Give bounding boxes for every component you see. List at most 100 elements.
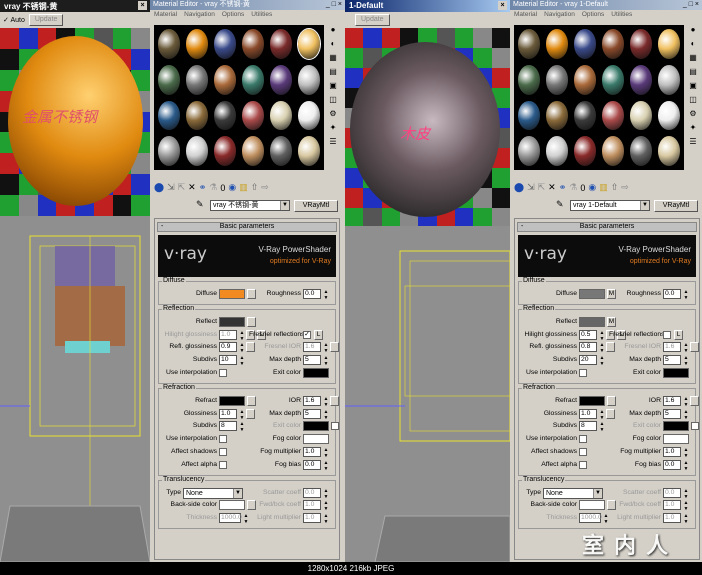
close-button[interactable]: × [138,1,147,10]
sample-slot[interactable] [242,64,264,95]
translucency-type-dropdown[interactable]: None ▼ [183,487,243,499]
select-by-material-icon[interactable]: ✦ [688,123,698,133]
dropdown-arrow-icon[interactable]: ▼ [233,488,242,498]
rollout-header[interactable]: Basic parameters - [517,222,697,232]
hilight-glossiness-spinner[interactable]: 1.0 [219,329,237,340]
menu-item-navigation[interactable]: Navigation [184,11,215,21]
sample-slot[interactable] [574,100,596,131]
spinner-arrows-icon[interactable]: ▲▼ [683,488,689,500]
spinner-arrows-icon[interactable]: ▲▼ [603,513,609,525]
spinner-arrows-icon[interactable]: ▲▼ [683,513,689,525]
sample-type-icon[interactable]: ● [688,25,698,35]
background-icon[interactable]: ▦ [328,53,338,63]
affect-alpha-checkbox[interactable] [219,460,227,469]
spinner-arrows-icon[interactable]: ▲▼ [683,460,689,472]
fwd-bck-coeff-spinner[interactable]: 1.0 [303,500,321,511]
max-depth-spinner[interactable]: 5 [663,408,681,419]
put-to-scene-icon[interactable]: ⇲ [167,182,175,193]
reset-map-icon[interactable]: ✕ [548,182,556,193]
thickness-spinner[interactable]: 1000.0 [219,513,242,524]
sample-slot[interactable] [158,136,180,166]
show-end-result-icon[interactable]: ▥ [239,182,248,193]
spinner-arrows-icon[interactable]: ▲▼ [323,355,329,367]
uv-tiling-icon[interactable]: ▤ [328,67,338,77]
sample-slot[interactable] [546,136,568,166]
sample-slot[interactable] [186,100,208,131]
fresnel-reflections-map-button[interactable]: L [674,329,683,340]
material-type-button[interactable]: VRayMtl [654,200,698,212]
ior-spinner[interactable]: 1.6 [663,395,681,406]
roughness-spinner[interactable]: 0.0 [663,289,681,299]
sample-slot[interactable] [214,64,236,95]
scatter-coeff-spinner[interactable]: 0.0 [303,487,321,498]
max-depth-spinner[interactable]: 5 [663,355,681,366]
sample-slot[interactable] [546,64,568,95]
spinner-arrows-icon[interactable]: ▲▼ [683,500,689,512]
spinner-arrows-icon[interactable]: ▲▼ [683,355,689,367]
back-side-color-color-swatch[interactable] [579,500,605,511]
sample-slot[interactable] [518,100,540,131]
sample-slot[interactable] [242,136,264,166]
viewport-left[interactable] [0,216,150,562]
show-end-result-icon[interactable]: ▥ [599,182,608,193]
material-type-button[interactable]: VRayMtl [294,200,338,212]
make-preview-icon[interactable]: ◫ [328,95,338,105]
refract-color-swatch[interactable] [219,395,245,406]
subdivs-spinner[interactable]: 8 [579,421,597,432]
sample-slot[interactable] [518,29,540,59]
translucency-type-dropdown[interactable]: None ▼ [543,487,603,499]
fog-bias-spinner[interactable]: 0.0 [663,459,681,470]
subdivs-spinner[interactable]: 10 [219,355,237,366]
get-material-icon[interactable]: ⬤ [154,182,164,193]
sample-slot[interactable] [214,100,236,131]
reflect-map-button[interactable]: M [607,316,616,327]
fresnel-ior-spinner[interactable]: 1.6 [303,342,321,353]
spinner-arrows-icon[interactable]: ▲▼ [683,396,689,408]
sample-slot[interactable] [658,29,680,59]
reflect-map-button[interactable] [247,316,256,327]
sample-slot[interactable] [602,29,624,59]
menu-item-material[interactable]: Material [154,11,177,21]
sample-slot[interactable] [242,29,264,59]
exit-color-color-swatch[interactable] [303,421,329,432]
ior-spinner[interactable]: 1.6 [303,395,321,406]
backlight-icon[interactable]: ◐ [688,39,698,49]
sample-slot[interactable] [658,100,680,131]
refract-color-swatch[interactable] [579,395,605,406]
fresnel-ior-map-button[interactable] [690,342,699,353]
put-to-library-icon[interactable]: ⚗ [209,182,217,193]
sample-slot[interactable] [574,29,596,59]
menu-item-options[interactable]: Options [582,11,604,21]
fog-bias-spinner[interactable]: 0.0 [303,459,321,470]
collapse-icon[interactable]: - [161,223,163,231]
sample-slot[interactable] [546,29,568,59]
sample-slot[interactable] [270,64,292,95]
material-name-field[interactable]: vray 1-Default ▼ [570,200,650,211]
reflect-color-swatch[interactable] [219,316,245,327]
sample-slot[interactable] [574,64,596,95]
eyedropper-icon[interactable]: ✎ [556,199,564,210]
sample-slot[interactable] [630,64,652,95]
max-depth-spinner[interactable]: 5 [303,355,321,366]
show-map-icon[interactable]: ◉ [588,182,596,193]
exit-color-color-swatch[interactable] [303,367,329,378]
sample-slot[interactable] [270,136,292,166]
sample-slot[interactable] [574,136,596,166]
fwd-bck-coeff-spinner[interactable]: 1.0 [663,500,681,511]
collapse-icon[interactable]: - [521,223,523,231]
dropdown-arrow-icon[interactable]: ▼ [280,201,289,210]
sample-slot[interactable] [158,100,180,131]
sample-slot[interactable] [297,28,321,60]
glossiness-spinner[interactable]: 1.0 [579,408,597,419]
ior-map-button[interactable] [330,395,339,406]
spinner-arrows-icon[interactable]: ▲▼ [323,409,329,421]
fog-multiplier-spinner[interactable]: 1.0 [303,446,321,457]
spinner-arrows-icon[interactable]: ▲▼ [239,330,245,342]
spinner-arrows-icon[interactable]: ▲▼ [599,330,605,342]
sample-slot[interactable] [518,64,540,95]
exit-color-color-swatch[interactable] [663,421,689,432]
sample-slot[interactable] [658,64,680,95]
use-interpolation-checkbox[interactable] [579,435,587,444]
spinner-arrows-icon[interactable]: ▲▼ [683,409,689,421]
scatter-coeff-spinner[interactable]: 0.0 [663,487,681,498]
